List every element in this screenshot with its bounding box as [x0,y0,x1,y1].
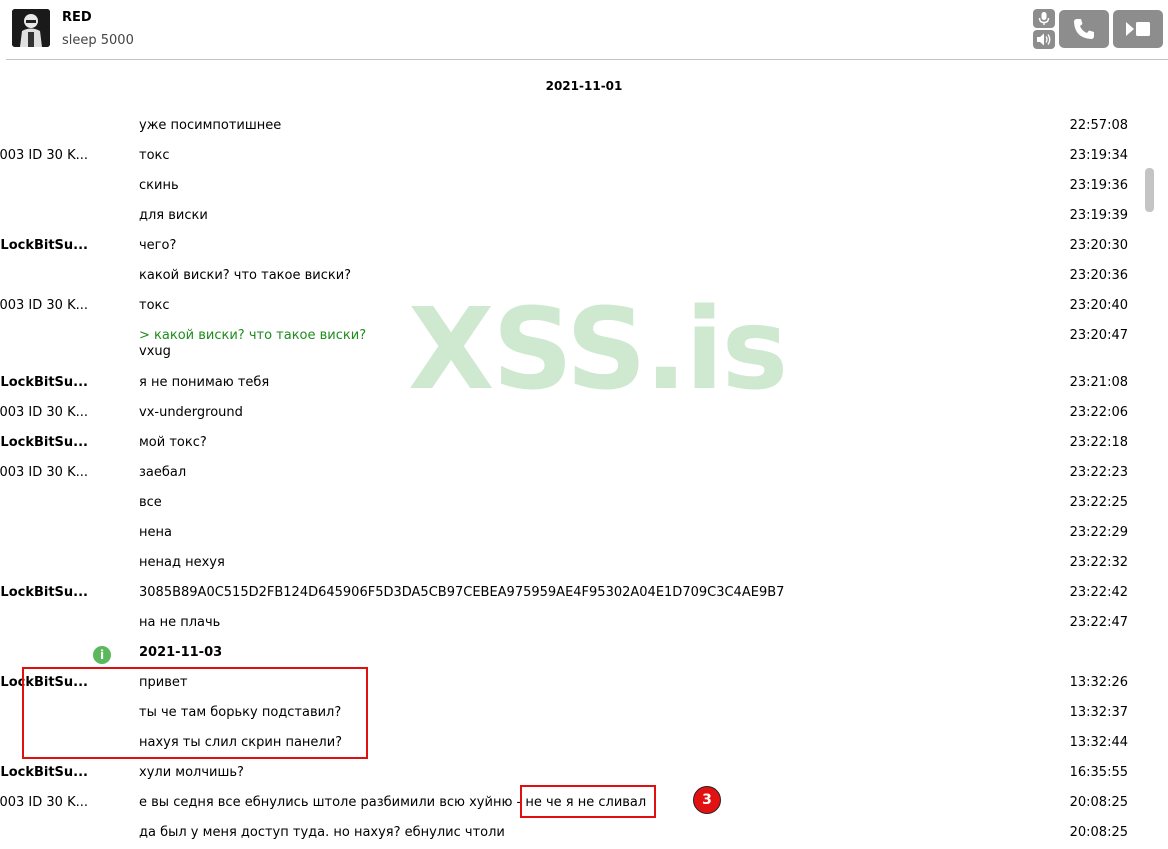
message-row[interactable]: LockBitSu... я не понимаю тебя 23:21:08 [0,369,1140,399]
message-time: 23:22:18 [1069,435,1128,450]
message-row[interactable]: LockBitSu... чего? 23:20:30 [0,232,1140,262]
header-divider [6,59,1168,60]
message-text: ненад нехуя [139,555,225,570]
message-time: 16:35:55 [1069,765,1128,780]
message-row[interactable]: 003 ID 30 K... токс 23:19:34 [0,142,1140,172]
message-time: 13:32:37 [1069,705,1128,720]
message-sender: 003 ID 30 K... [0,795,88,810]
message-sender: LockBitSu... [0,375,88,390]
message-body: vxug [139,344,171,359]
message-row[interactable]: для виски 23:19:39 [0,202,1140,232]
annotation-badge: 3 [693,786,721,814]
message-time: 13:32:44 [1069,735,1128,750]
message-time: 23:22:06 [1069,405,1128,420]
avatar[interactable] [12,9,50,47]
message-time: 23:20:36 [1069,268,1128,283]
message-text: токс [139,298,170,313]
highlight-box [22,667,368,759]
cut-off-text [139,88,159,94]
contact-name: RED [62,10,92,25]
message-text: токс [139,148,170,163]
highlight-box [520,785,656,818]
message-time: 20:08:25 [1069,795,1128,810]
message-time: 23:22:32 [1069,555,1128,570]
call-icon [1074,19,1094,39]
message-sender: LockBitSu... [0,238,88,253]
video-button[interactable] [1113,10,1163,48]
message-text: > какой виски? что такое виски? vxug [139,328,366,359]
message-row[interactable]: > какой виски? что такое виски? vxug 23:… [0,322,1140,369]
message-text: какой виски? что такое виски? [139,268,352,283]
message-time: 22:57:08 [1069,118,1128,133]
speaker-icon [1037,33,1051,46]
message-time: 23:22:47 [1069,615,1128,630]
mic-icon [1038,12,1050,25]
message-text: чего? [139,238,177,253]
message-row[interactable]: скинь 23:19:36 [0,172,1140,202]
message-sender: LockBitSu... [0,765,88,780]
mic-button[interactable] [1033,9,1055,28]
message-time: 23:19:34 [1069,148,1128,163]
message-text: я не понимаю тебя [139,375,270,390]
message-text: хули молчишь? [139,765,244,780]
message-row[interactable]: LockBitSu... мой токс? 23:22:18 [0,429,1140,459]
message-time: 23:19:36 [1069,178,1128,193]
message-time: 23:21:08 [1069,375,1128,390]
message-sender: 003 ID 30 K... [0,465,88,480]
date-header: 2021-11-01 [545,79,623,93]
message-row[interactable]: все 23:22:25 [0,489,1140,519]
message-time: 23:20:30 [1069,238,1128,253]
quoted-text: > какой виски? что такое виски? [139,328,367,343]
scrollbar-thumb[interactable] [1145,168,1154,212]
message-text: уже посимпотишнее [139,118,282,133]
message-time: 23:19:39 [1069,208,1128,223]
message-row[interactable]: ненад нехуя 23:22:32 [0,549,1140,579]
message-sender: 003 ID 30 K... [0,148,88,163]
chat-header: RED sleep 5000 [0,0,1168,59]
video-icon [1126,22,1150,36]
day-separator: i 2021-11-03 [0,639,1140,669]
message-sender: LockBitSu... [0,585,88,600]
message-text: да был у меня доступ туда. но нахуя? ебн… [139,825,505,840]
message-row[interactable]: нена 23:22:29 [0,519,1140,549]
message-text: все [139,495,162,510]
message-text: на не плачь [139,615,221,630]
message-text: заебал [139,465,187,480]
message-text: скинь [139,178,179,193]
message-text: для виски [139,208,208,223]
message-row[interactable]: да был у меня доступ туда. но нахуя? ебн… [0,819,1140,849]
message-text: 3085B89A0C515D2FB124D645906F5D3DA5CB97CE… [139,585,785,600]
message-time: 23:22:25 [1069,495,1128,510]
message-text: vx-underground [139,405,243,420]
message-row[interactable]: на не плачь 23:22:47 [0,609,1140,639]
message-sender: 003 ID 30 K... [0,405,88,420]
call-button[interactable] [1059,10,1109,48]
message-row[interactable]: 003 ID 30 K... токс 23:20:40 [0,292,1140,322]
message-time: 23:22:42 [1069,585,1128,600]
message-text: нена [139,525,172,540]
message-time: 20:08:25 [1069,825,1128,840]
message-time: 13:32:26 [1069,675,1128,690]
info-icon: i [93,646,111,664]
message-time: 23:22:29 [1069,525,1128,540]
message-sender: LockBitSu... [0,435,88,450]
contact-status: sleep 5000 [62,33,134,48]
message-sender: 003 ID 30 K... [0,298,88,313]
message-row[interactable]: 003 ID 30 K... заебал 23:22:23 [0,459,1140,489]
message-text: мой токс? [139,435,207,450]
message-time: 23:20:47 [1069,328,1128,343]
speaker-button[interactable] [1033,30,1055,49]
message-time: 23:20:40 [1069,298,1128,313]
day-separator-date: 2021-11-03 [139,645,223,660]
message-row[interactable]: какой виски? что такое виски? 23:20:36 [0,262,1140,292]
message-row[interactable]: уже посимпотишнее 22:57:08 [0,112,1140,142]
message-time: 23:22:23 [1069,465,1128,480]
message-row[interactable]: LockBitSu... 3085B89A0C515D2FB124D645906… [0,579,1140,609]
message-row[interactable]: 003 ID 30 K... vx-underground 23:22:06 [0,399,1140,429]
